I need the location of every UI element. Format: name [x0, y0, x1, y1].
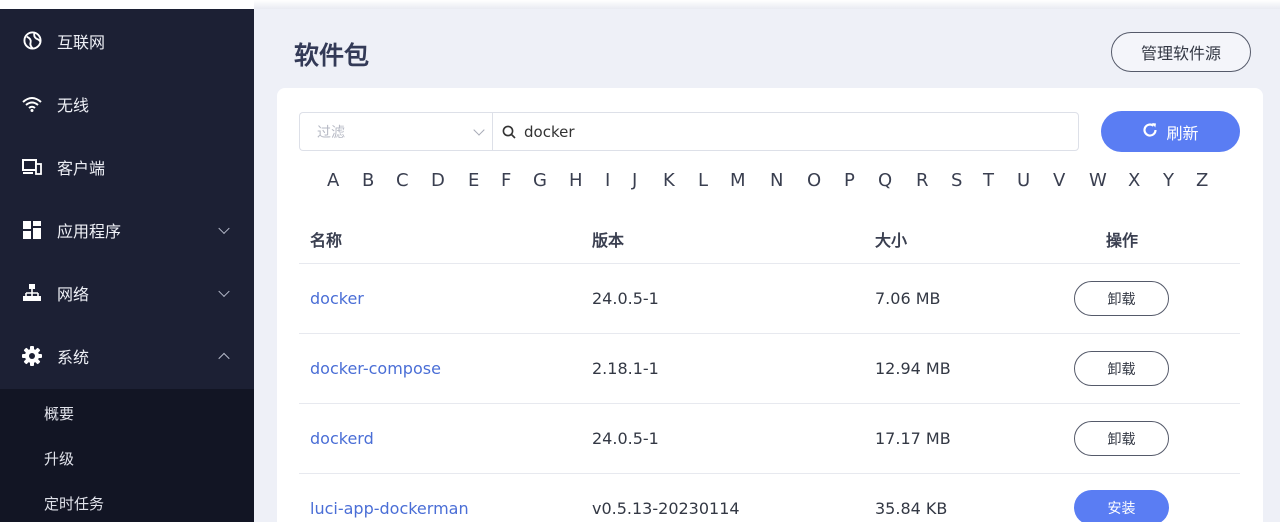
manage-sources-button[interactable]: 管理软件源	[1111, 32, 1251, 72]
alpha-filter-a[interactable]: A	[327, 170, 339, 191]
package-version: 24.0.5-1	[592, 429, 659, 448]
devices-icon	[22, 157, 42, 177]
package-size: 7.06 MB	[875, 289, 941, 308]
package-name-link[interactable]: luci-app-dockerman	[310, 499, 469, 518]
row-divider	[299, 473, 1240, 474]
packages-card: 过滤 docker 刷新 A B C D E F G H I J K L M N…	[277, 88, 1263, 522]
sidebar: 互联网 无线 客户端 应用程序 网络 系统 概要 升级 定时任务	[0, 0, 254, 522]
apps-icon	[22, 220, 42, 240]
package-name-link[interactable]: docker	[310, 289, 364, 308]
package-name-link[interactable]: docker-compose	[310, 359, 441, 378]
refresh-label: 刷新	[1166, 123, 1199, 143]
sidebar-item-label: 互联网	[57, 32, 106, 52]
filter-select[interactable]: 过滤	[299, 112, 493, 151]
row-divider	[299, 403, 1240, 404]
alpha-filter-k[interactable]: K	[663, 170, 675, 191]
refresh-icon	[1142, 122, 1158, 142]
sidebar-item-label: 无线	[57, 95, 90, 115]
sidebar-item-label: 客户端	[57, 158, 106, 178]
wifi-icon	[22, 94, 42, 114]
package-version: 24.0.5-1	[592, 289, 659, 308]
submenu-item-upgrade[interactable]: 升级	[44, 448, 74, 469]
alpha-filter-g[interactable]: G	[533, 170, 547, 191]
alpha-filter-p[interactable]: P	[844, 170, 855, 191]
package-name-link[interactable]: dockerd	[310, 429, 374, 448]
network-icon	[22, 283, 42, 303]
chevron-down-icon	[218, 285, 230, 297]
submenu-item-overview[interactable]: 概要	[44, 403, 74, 424]
sidebar-item-internet[interactable]: 互联网	[0, 9, 254, 72]
alpha-filter-o[interactable]: O	[807, 170, 821, 191]
alpha-filter-r[interactable]: R	[916, 170, 929, 191]
chevron-down-icon	[218, 222, 230, 234]
package-size: 17.17 MB	[875, 429, 951, 448]
row-divider	[299, 333, 1240, 334]
alpha-filter-q[interactable]: Q	[878, 170, 892, 191]
package-size: 35.84 KB	[875, 499, 948, 518]
sidebar-item-clients[interactable]: 客户端	[0, 135, 254, 198]
sidebar-item-label: 应用程序	[57, 221, 122, 241]
uninstall-button[interactable]: 卸载	[1074, 421, 1169, 456]
alpha-filter-v[interactable]: V	[1053, 170, 1065, 191]
system-submenu: 概要 升级 定时任务	[0, 389, 254, 522]
column-header-name: 名称	[310, 231, 343, 250]
top-divider	[254, 0, 1280, 9]
column-header-action: 操作	[1106, 231, 1139, 250]
install-button[interactable]: 安装	[1074, 490, 1169, 522]
alpha-filter-e[interactable]: E	[468, 170, 479, 191]
alpha-filter-h[interactable]: H	[569, 170, 583, 191]
search-icon	[502, 125, 516, 139]
refresh-button[interactable]: 刷新	[1101, 111, 1240, 152]
alpha-filter-y[interactable]: Y	[1163, 170, 1174, 191]
chevron-down-icon	[473, 124, 485, 136]
uninstall-button[interactable]: 卸载	[1074, 351, 1169, 386]
alpha-filter-w[interactable]: W	[1089, 170, 1107, 191]
package-version: v0.5.13-20230114	[592, 499, 740, 518]
row-divider	[299, 263, 1240, 264]
column-header-version: 版本	[592, 231, 625, 250]
alpha-filter-t[interactable]: T	[983, 170, 994, 191]
alpha-filter-n[interactable]: N	[770, 170, 783, 191]
sidebar-item-label: 系统	[57, 347, 90, 367]
sidebar-item-apps[interactable]: 应用程序	[0, 198, 254, 261]
alpha-filter-s[interactable]: S	[951, 170, 962, 191]
sidebar-item-network[interactable]: 网络	[0, 261, 254, 324]
page-title: 软件包	[294, 41, 370, 70]
chevron-up-icon	[218, 352, 230, 364]
search-input[interactable]: docker	[492, 112, 1079, 151]
package-size: 12.94 MB	[875, 359, 951, 378]
alpha-filter-x[interactable]: X	[1128, 170, 1140, 191]
alpha-filter-b[interactable]: B	[362, 170, 374, 191]
alpha-filter-c[interactable]: C	[396, 170, 409, 191]
uninstall-button[interactable]: 卸载	[1074, 281, 1169, 316]
column-header-size: 大小	[875, 231, 908, 250]
main-content: 软件包 管理软件源 过滤 docker 刷新 A B C D E F G H I…	[254, 0, 1280, 522]
sidebar-item-system[interactable]: 系统	[0, 324, 254, 387]
submenu-item-scheduled-tasks[interactable]: 定时任务	[44, 493, 104, 514]
alpha-filter-u[interactable]: U	[1017, 170, 1030, 191]
alpha-filter-f[interactable]: F	[501, 170, 511, 191]
package-version: 2.18.1-1	[592, 359, 659, 378]
globe-icon	[22, 31, 42, 51]
gear-icon	[22, 345, 42, 366]
sidebar-item-label: 网络	[57, 284, 90, 304]
alpha-filter-j[interactable]: J	[632, 170, 637, 191]
alpha-filter-z[interactable]: Z	[1196, 170, 1208, 191]
alpha-filter-i[interactable]: I	[605, 170, 610, 191]
sidebar-top-strip	[0, 0, 254, 9]
alpha-filter-d[interactable]: D	[431, 170, 445, 191]
filter-placeholder: 过滤	[317, 124, 345, 141]
alpha-filter-l[interactable]: L	[698, 170, 708, 191]
sidebar-item-wireless[interactable]: 无线	[0, 72, 254, 135]
alpha-filter-m[interactable]: M	[730, 170, 746, 191]
search-value: docker	[524, 122, 575, 141]
